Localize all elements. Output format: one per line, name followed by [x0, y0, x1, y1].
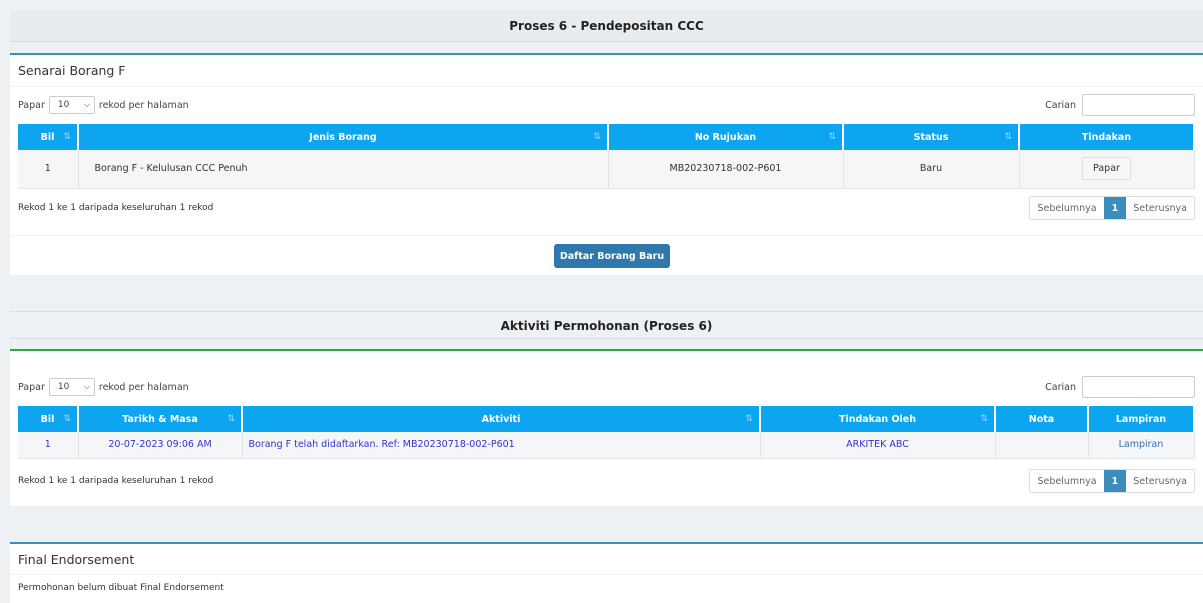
- col-label: Bil: [40, 413, 55, 425]
- table-row: 1 20-07-2023 09:06 AM Borang F telah did…: [18, 432, 1195, 459]
- col-label: No Rujukan: [694, 131, 757, 143]
- col-label: Tindakan Oleh: [838, 413, 917, 425]
- sort-icon: ⇅: [63, 414, 71, 424]
- borang-f-card-header: Senarai Borang F: [10, 53, 1203, 87]
- papar-button[interactable]: Papar: [1082, 157, 1131, 181]
- prev-button[interactable]: Sebelumnya: [1030, 470, 1104, 492]
- prev-button[interactable]: Sebelumnya: [1030, 197, 1104, 219]
- cell-status: Baru: [843, 150, 1020, 189]
- daftar-borang-baru-button[interactable]: Daftar Borang Baru: [554, 244, 670, 268]
- col-bil[interactable]: Bil ⇅: [18, 124, 79, 150]
- borang-table: Bil ⇅ Jenis Borang ⇅ No Rujukan ⇅ Status ⇅ T…: [18, 124, 1195, 189]
- endorsement-message: Permohonan belum dibuat Final Endorsemen…: [18, 583, 224, 593]
- cell-oleh: ARKITEK ABC: [760, 432, 996, 459]
- show-label: Papar: [18, 99, 45, 111]
- col-label: Bil: [40, 131, 55, 143]
- col-aktiviti[interactable]: Aktiviti ⇅: [242, 406, 761, 432]
- sort-icon: ⇅: [63, 132, 71, 142]
- cell-bil: 1: [18, 150, 79, 189]
- sort-icon: ⇅: [227, 414, 235, 424]
- cell-nota: [995, 432, 1089, 459]
- page-1-button[interactable]: 1: [1103, 197, 1127, 219]
- cell-aktiviti: Borang F telah didaftarkan. Ref: MB20230…: [242, 432, 761, 459]
- col-tindakan-oleh[interactable]: Tindakan Oleh ⇅: [760, 406, 996, 432]
- sort-icon: ⇅: [980, 414, 988, 424]
- table-footer: Rekod 1 ke 1 daripada keseluruhan 1 reko…: [18, 195, 1195, 221]
- col-no-rujukan[interactable]: No Rujukan ⇅: [608, 124, 844, 150]
- pagination: Sebelumnya 1 Seterusnya: [1029, 196, 1195, 220]
- next-button[interactable]: Seterusnya: [1126, 197, 1194, 219]
- process-title-bar: Proses 6 - Pendepositan CCC: [10, 10, 1203, 42]
- col-label: Nota: [1028, 413, 1055, 425]
- activity-card: Papar 10 ⌵ rekod per halaman Carian Bil ⇅…: [10, 349, 1203, 506]
- sort-icon: ⇅: [593, 132, 601, 142]
- show-label: Papar: [18, 381, 45, 393]
- card-title: Final Endorsement: [18, 551, 135, 567]
- final-endorsement-card: Final Endorsement Permohonan belum dibua…: [10, 542, 1203, 603]
- cell-bil: 1: [18, 432, 79, 459]
- page-size-value: 10: [57, 382, 70, 392]
- search-label: Carian: [1045, 381, 1076, 393]
- col-bil[interactable]: Bil ⇅: [18, 406, 79, 432]
- col-tindakan: Tindakan: [1019, 124, 1195, 150]
- col-label: Tindakan: [1081, 131, 1132, 143]
- search-label: Carian: [1045, 99, 1076, 111]
- chevron-down-icon: ⌵: [83, 382, 90, 391]
- activity-table: Bil ⇅ Tarikh & Masa ⇅ Aktiviti ⇅ Tindakan O…: [18, 406, 1195, 459]
- table-row: 1 Borang F - Kelulusan CCC Penuh MB20230…: [18, 150, 1195, 189]
- cell-rujukan: MB20230718-002-P601: [608, 150, 844, 189]
- table-controls: Papar 10 ⌵ rekod per halaman Carian: [18, 93, 1195, 117]
- col-label: Aktiviti: [481, 413, 521, 425]
- next-button[interactable]: Seterusnya: [1126, 470, 1194, 492]
- card-title: Senarai Borang F: [18, 63, 126, 78]
- col-lampiran: Lampiran: [1088, 406, 1195, 432]
- page-size-value: 10: [57, 100, 70, 110]
- per-page-label: rekod per halaman: [98, 99, 189, 111]
- col-jenis-borang[interactable]: Jenis Borang ⇅: [78, 124, 609, 150]
- per-page-label: rekod per halaman: [98, 381, 189, 393]
- col-label: Lampiran: [1115, 413, 1167, 425]
- final-endorsement-header: Final Endorsement: [10, 542, 1203, 575]
- page-1-button[interactable]: 1: [1103, 470, 1127, 492]
- cell-jenis: Borang F - Kelulusan CCC Penuh: [78, 150, 609, 189]
- process-title: Proses 6 - Pendepositan CCC: [509, 19, 704, 33]
- lampiran-link[interactable]: Lampiran: [1088, 432, 1195, 459]
- chevron-down-icon: ⌵: [83, 100, 90, 109]
- table-footer: Rekod 1 ke 1 daripada keseluruhan 1 reko…: [18, 468, 1195, 494]
- sort-icon: ⇅: [1004, 132, 1012, 142]
- record-info: Rekod 1 ke 1 daripada keseluruhan 1 reko…: [18, 203, 214, 213]
- sort-icon: ⇅: [745, 414, 753, 424]
- col-label: Jenis Borang: [309, 131, 377, 143]
- page-size-select[interactable]: 10 ⌵: [48, 96, 95, 114]
- page-size-select[interactable]: 10 ⌵: [48, 378, 95, 396]
- cell-tindakan: Papar: [1019, 150, 1195, 189]
- activity-title-bar: Aktiviti Permohonan (Proses 6): [10, 311, 1203, 339]
- divider: [10, 235, 1203, 236]
- col-nota: Nota: [995, 406, 1089, 432]
- cell-tarikh: 20-07-2023 09:06 AM: [78, 432, 243, 459]
- table-controls: Papar 10 ⌵ rekod per halaman Carian: [18, 375, 1195, 399]
- record-info: Rekod 1 ke 1 daripada keseluruhan 1 reko…: [18, 476, 214, 486]
- pagination: Sebelumnya 1 Seterusnya: [1029, 469, 1195, 493]
- search-input[interactable]: [1082, 376, 1195, 398]
- col-label: Tarikh & Masa: [122, 413, 198, 425]
- borang-f-card: Senarai Borang F Papar 10 ⌵ rekod per ha…: [10, 53, 1203, 275]
- activity-title: Aktiviti Permohonan (Proses 6): [500, 319, 713, 333]
- col-tarikh[interactable]: Tarikh & Masa ⇅: [78, 406, 243, 432]
- col-label: Status: [913, 131, 949, 143]
- col-status[interactable]: Status ⇅: [843, 124, 1020, 150]
- sort-icon: ⇅: [828, 132, 836, 142]
- search-input[interactable]: [1082, 94, 1195, 116]
